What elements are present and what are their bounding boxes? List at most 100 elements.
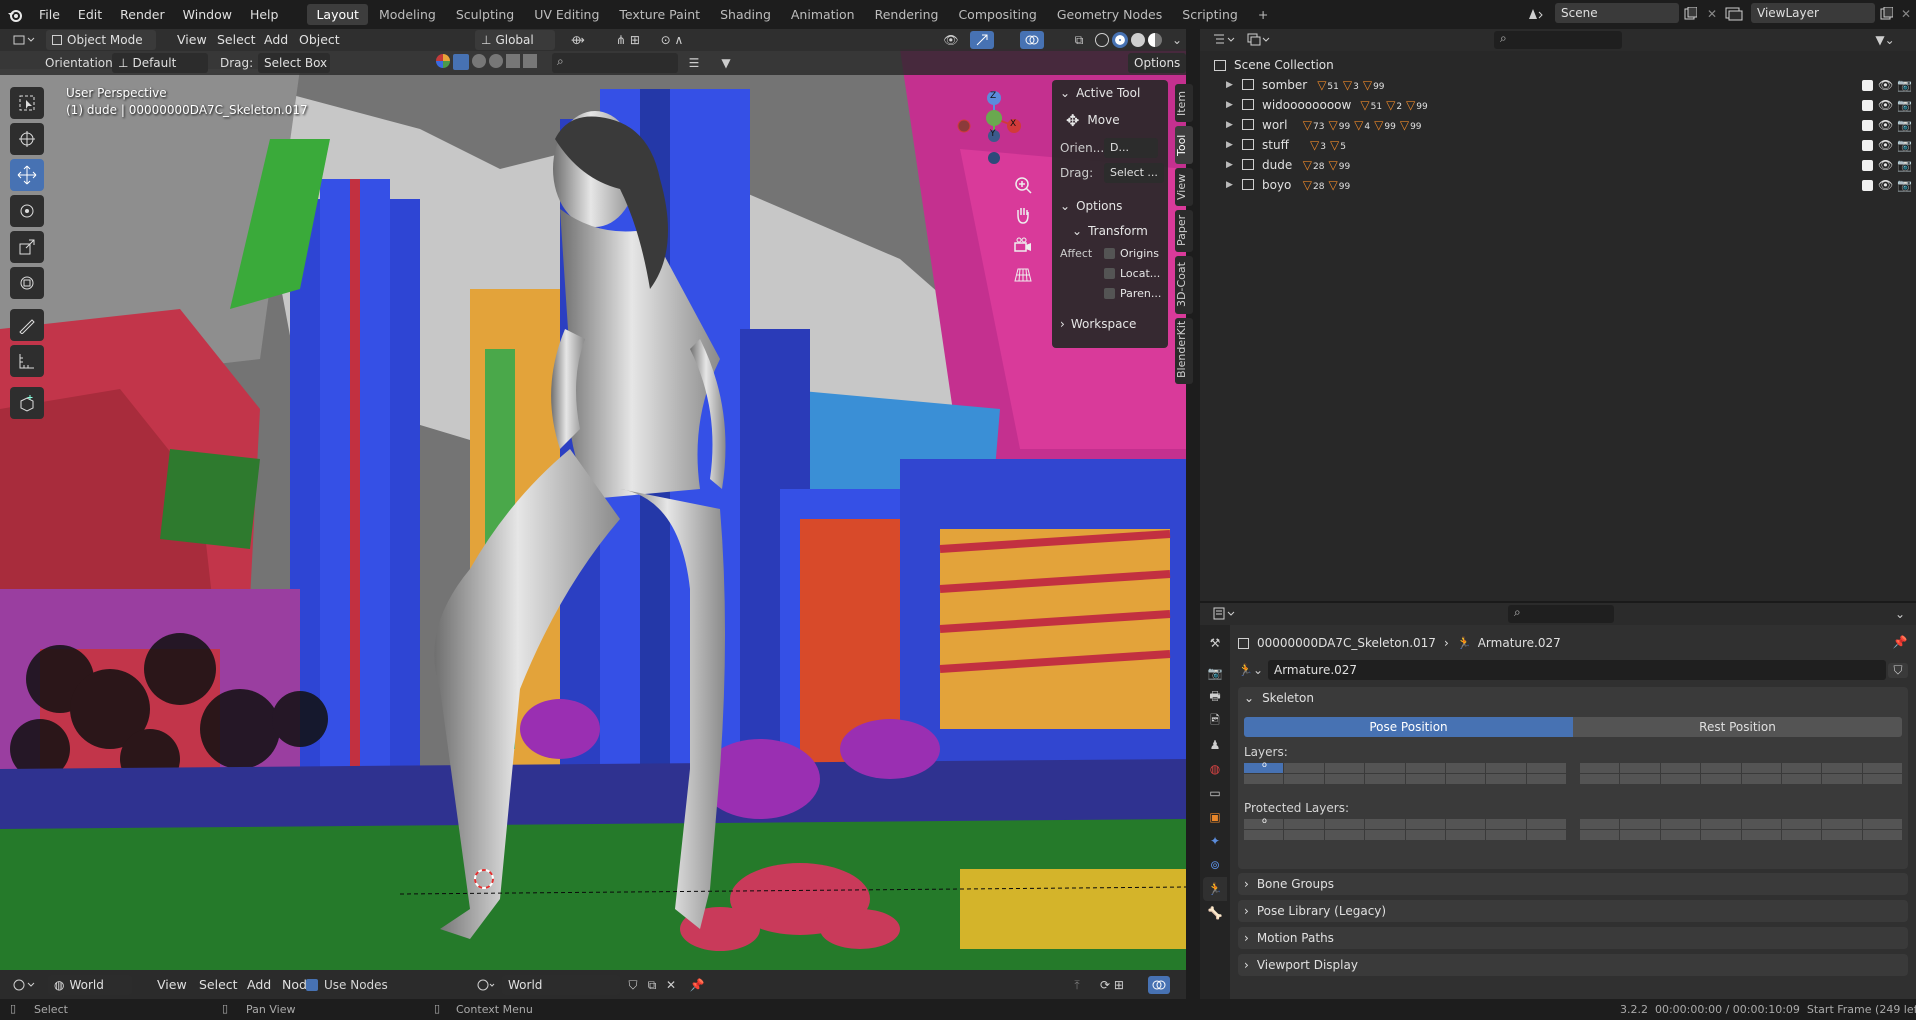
use-nodes-toggle[interactable]: Use Nodes	[306, 978, 388, 992]
camera-render-icon[interactable]: 📷	[1897, 98, 1912, 112]
filter-icon[interactable]: ▼	[712, 55, 740, 71]
sidebar-tab-item[interactable]: Item	[1175, 84, 1193, 122]
proportional-editing-icon[interactable]: ⊙ ∧	[652, 31, 692, 49]
delete-view-layer-icon[interactable]: ✕	[1897, 4, 1915, 24]
layers-grid-right[interactable]	[1580, 763, 1902, 784]
outliner-collection-row[interactable]: ▶ boyo ▽ 28 ▽ 99 👁 📷	[1200, 175, 1916, 195]
properties-editor-type-icon[interactable]	[1210, 605, 1240, 623]
parent-node-tree-icon[interactable]: ⤒	[1068, 976, 1086, 994]
pin-icon[interactable]: 📌	[688, 976, 706, 994]
fake-user-shield-icon[interactable]: ⛉	[1888, 662, 1908, 678]
menu-file[interactable]: File	[30, 0, 69, 29]
sidebar-tab-view[interactable]: View	[1175, 168, 1193, 206]
object-mode-dropdown[interactable]: Object Mode⌄	[46, 30, 156, 50]
camera-filter-icon[interactable]	[506, 54, 520, 68]
affect-origins-checkbox[interactable]	[1104, 247, 1115, 259]
camera-render-icon[interactable]: 📷	[1897, 138, 1912, 152]
add-cube-tool[interactable]	[10, 387, 44, 419]
xray-toggle-icon[interactable]: ⧉	[1068, 31, 1090, 49]
rendered-shading-icon[interactable]	[1148, 33, 1162, 47]
camera-render-icon[interactable]: 📷	[1897, 78, 1912, 92]
unlink-world-icon[interactable]: ✕	[662, 976, 680, 994]
tool-properties-tab-icon[interactable]: ⚒	[1203, 631, 1227, 655]
bone-properties-tab-icon[interactable]: 🦴	[1203, 901, 1227, 925]
mesh-filter-icon[interactable]	[453, 54, 469, 70]
select-box-tool[interactable]	[10, 87, 44, 119]
expand-arrow-icon[interactable]: ▶	[1226, 160, 1233, 170]
protected-layers-grid-left[interactable]: o	[1244, 816, 1566, 840]
menu-edit[interactable]: Edit	[69, 0, 111, 29]
eye-icon[interactable]: 👁	[1878, 118, 1893, 132]
curve-filter-icon[interactable]	[472, 54, 486, 68]
tab-modeling[interactable]: Modeling	[370, 4, 445, 25]
exclude-checkbox[interactable]	[1862, 180, 1873, 191]
fake-user-shield-icon[interactable]: ⛉	[624, 976, 642, 994]
options-header[interactable]: ⌄ Options	[1052, 193, 1168, 218]
exclude-checkbox[interactable]	[1862, 100, 1873, 111]
scale-tool[interactable]	[10, 231, 44, 263]
skeleton-header[interactable]: ⌄ Skeleton	[1238, 687, 1908, 709]
scene-collection-row[interactable]: Scene Collection	[1214, 55, 1904, 75]
motion-paths-panel[interactable]: › Motion Paths	[1238, 927, 1908, 949]
camera-view-icon[interactable]	[1008, 230, 1038, 260]
sidebar-tab-3dcoat[interactable]: 3D-Coat	[1175, 256, 1193, 314]
transform-subheader[interactable]: ⌄ Transform	[1052, 218, 1168, 243]
scene-name-field[interactable]: Scene	[1555, 3, 1679, 23]
sidebar-tab-blenderkit[interactable]: BlenderKit	[1175, 318, 1193, 384]
workspace-header[interactable]: › Workspace	[1052, 311, 1168, 336]
node-overlays-icon[interactable]	[1148, 976, 1170, 994]
annotate-tool[interactable]	[10, 309, 44, 341]
layers-grid-left[interactable]: o	[1244, 760, 1566, 784]
output-properties-tab-icon[interactable]: 🖶	[1203, 685, 1227, 709]
pose-library-panel[interactable]: › Pose Library (Legacy)	[1238, 900, 1908, 922]
snapping-icon[interactable]: ⋔ ⊞	[598, 31, 658, 49]
orientation-dropdown[interactable]: ⊥ Default	[112, 53, 208, 73]
active-tool-move[interactable]: ✥ Move	[1052, 105, 1168, 135]
editor-type-icon[interactable]	[10, 976, 40, 994]
new-scene-icon[interactable]	[1680, 4, 1700, 24]
viewport-search-input[interactable]: ⌕	[552, 53, 678, 73]
properties-search-input[interactable]: ⌕	[1508, 605, 1614, 623]
tab-animation[interactable]: Animation	[782, 4, 864, 25]
active-tool-header[interactable]: ⌄ Active Tool	[1052, 80, 1168, 105]
wireframe-shading-icon[interactable]	[1095, 33, 1109, 47]
new-world-icon[interactable]: ⧉	[643, 976, 661, 994]
view-layer-properties-tab-icon[interactable]: 🖻	[1203, 709, 1227, 733]
editor-type-icon[interactable]	[10, 31, 40, 49]
world-properties-tab-icon[interactable]: ◍	[1203, 757, 1227, 781]
render-properties-tab-icon[interactable]: 📷	[1203, 661, 1227, 685]
sidebar-tab-paper[interactable]: Paper	[1175, 210, 1193, 252]
rest-position-button[interactable]: Rest Position	[1573, 717, 1902, 737]
collection-properties-tab-icon[interactable]: ▭	[1203, 781, 1227, 805]
view-layer-icon[interactable]	[1722, 4, 1746, 24]
tab-sculpting[interactable]: Sculpting	[447, 4, 523, 25]
world-name-field[interactable]: World	[502, 975, 620, 995]
scene-icon[interactable]	[1524, 3, 1548, 25]
exclude-checkbox[interactable]	[1862, 120, 1873, 131]
tab-rendering[interactable]: Rendering	[866, 4, 948, 25]
camera-render-icon[interactable]: 📷	[1897, 118, 1912, 132]
viewport-display-panel[interactable]: › Viewport Display	[1238, 954, 1908, 976]
move-tool[interactable]	[10, 159, 44, 191]
tab-texture-paint[interactable]: Texture Paint	[610, 4, 709, 25]
camera-render-icon[interactable]: 📷	[1897, 178, 1912, 192]
expand-arrow-icon[interactable]: ▶	[1226, 140, 1233, 150]
tab-compositing[interactable]: Compositing	[949, 4, 1045, 25]
expand-arrow-icon[interactable]: ▶	[1226, 120, 1233, 130]
eye-icon[interactable]: 👁	[1878, 78, 1893, 92]
delete-scene-icon[interactable]: ✕	[1702, 4, 1722, 24]
menu-render[interactable]: Render	[111, 0, 174, 29]
list-options-icon[interactable]: ☰	[682, 55, 706, 71]
tab-geometry-nodes[interactable]: Geometry Nodes	[1048, 4, 1171, 25]
outliner-collection-row[interactable]: ▶ somber ▽ 51 ▽ 3 ▽ 99 👁 📷	[1200, 75, 1916, 95]
zoom-icon[interactable]	[1008, 170, 1038, 200]
new-view-layer-icon[interactable]	[1876, 4, 1896, 24]
pan-hand-icon[interactable]	[1008, 200, 1038, 230]
cursor-tool[interactable]	[10, 123, 44, 155]
physics-properties-tab-icon[interactable]: ⊚	[1203, 853, 1227, 877]
tab-scripting[interactable]: Scripting	[1173, 4, 1247, 25]
eye-icon[interactable]: 👁	[1878, 158, 1893, 172]
eye-icon[interactable]: 👁	[1878, 98, 1893, 112]
world-type-dropdown[interactable]: ◍ World	[48, 975, 132, 995]
outliner-search-input[interactable]: ⌕	[1494, 31, 1622, 49]
